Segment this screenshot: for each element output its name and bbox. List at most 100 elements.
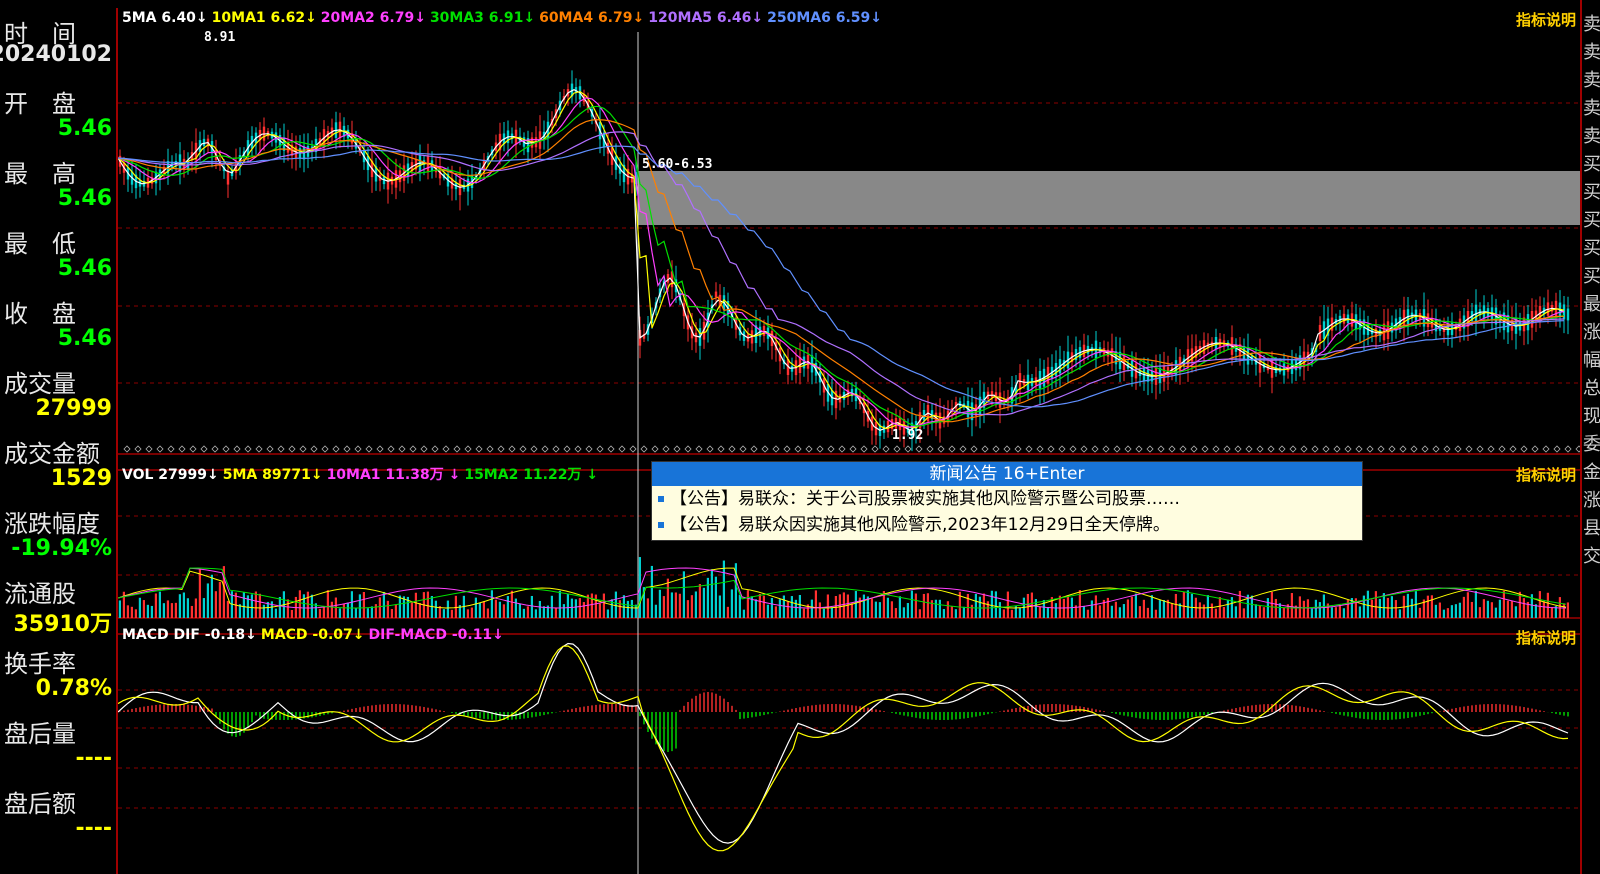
event-marker bbox=[629, 445, 637, 453]
info-row: 流通股 35910万 bbox=[0, 568, 116, 638]
vol-index-link[interactable]: 指标说明 bbox=[1516, 464, 1576, 485]
volume-bar bbox=[354, 608, 357, 618]
event-marker bbox=[959, 445, 967, 453]
volume-bar bbox=[1026, 593, 1029, 618]
volume-bar bbox=[446, 600, 449, 618]
volume-bar bbox=[898, 596, 901, 618]
event-marker bbox=[794, 445, 802, 453]
event-marker bbox=[354, 445, 362, 453]
volume-bar bbox=[634, 604, 637, 618]
volume-bar bbox=[906, 603, 909, 618]
volume-bar bbox=[254, 591, 257, 618]
event-marker bbox=[717, 445, 725, 453]
event-marker bbox=[178, 445, 186, 453]
volume-bar bbox=[730, 589, 733, 618]
volume-bar bbox=[1274, 598, 1277, 618]
info-value: 5.46 bbox=[57, 186, 112, 211]
volume-bar bbox=[550, 595, 553, 618]
volume-bar bbox=[146, 604, 149, 618]
volume-bar bbox=[686, 600, 689, 618]
quote-strip-char: 涨 bbox=[1583, 322, 1600, 343]
news-item[interactable]: 【公告】易联众因实施其他风险警示,2023年12月29日全天停牌。 bbox=[652, 512, 1362, 538]
event-marker bbox=[134, 445, 142, 453]
volume-bar bbox=[822, 608, 825, 618]
info-value: 1529 bbox=[50, 466, 112, 491]
quote-strip-char: 委 bbox=[1583, 434, 1600, 455]
volume-bar bbox=[258, 593, 261, 618]
volume-bar bbox=[466, 609, 469, 618]
news-item[interactable]: 【公告】易联众：关于公司股票被实施其他风险警示暨公司股票…… bbox=[652, 486, 1362, 512]
volume-bar bbox=[494, 599, 497, 618]
right-quote-strip: 卖卖卖卖卖买买买买买最涨幅总现委金涨县交 bbox=[1580, 0, 1600, 874]
volume-bar bbox=[1066, 595, 1069, 618]
news-popup[interactable]: 新闻公告 16+Enter 【公告】易联众：关于公司股票被实施其他风险警示暨公司… bbox=[651, 461, 1363, 541]
volume-bar bbox=[854, 591, 857, 618]
event-marker bbox=[860, 445, 868, 453]
kline-chart-area[interactable]: 5MA 6.40↓ 10MA1 6.62↓ 20MA2 6.79↓ 30MA3 6.9… bbox=[118, 8, 1580, 874]
event-marker bbox=[849, 445, 857, 453]
event-marker bbox=[904, 445, 912, 453]
volume-bar bbox=[526, 606, 529, 618]
volume-bar bbox=[162, 603, 165, 618]
volume-bar bbox=[998, 602, 1001, 618]
event-marker bbox=[1091, 445, 1099, 453]
volume-bar bbox=[126, 605, 129, 618]
news-popup-title[interactable]: 新闻公告 16+Enter bbox=[652, 462, 1362, 486]
volume-bar bbox=[1010, 609, 1013, 618]
volume-bar bbox=[598, 603, 601, 618]
volume-bar bbox=[738, 594, 741, 618]
info-value: ---- bbox=[75, 816, 112, 841]
info-value: 5.46 bbox=[57, 256, 112, 281]
event-marker bbox=[497, 445, 505, 453]
volume-bar bbox=[414, 592, 417, 618]
main-index-link[interactable]: 指标说明 bbox=[1516, 9, 1576, 30]
kline-chart-svg[interactable] bbox=[118, 8, 1580, 874]
event-marker bbox=[563, 445, 571, 453]
info-label: 开 盘 bbox=[4, 90, 76, 118]
volume-bar bbox=[970, 604, 973, 618]
volume-bar bbox=[846, 594, 849, 618]
info-row: 换手率 0.78% bbox=[0, 638, 116, 708]
event-marker bbox=[387, 445, 395, 453]
volume-bar bbox=[1502, 590, 1505, 618]
volume-bar bbox=[966, 593, 969, 618]
volume-bar bbox=[810, 599, 813, 618]
legend-item: 250MA6 6.59↓ bbox=[767, 10, 882, 26]
macd-index-link[interactable]: 指标说明 bbox=[1516, 627, 1576, 648]
volume-bar bbox=[358, 594, 361, 618]
volume-bar bbox=[190, 605, 193, 618]
volume-bar bbox=[482, 601, 485, 618]
info-row: 盘后额 ---- bbox=[0, 778, 116, 848]
volume-bar bbox=[346, 602, 349, 618]
quote-strip-char: 县 bbox=[1583, 518, 1600, 539]
volume-bar bbox=[1126, 599, 1129, 618]
info-row: 成交量 27999 bbox=[0, 358, 116, 428]
event-marker bbox=[915, 445, 923, 453]
event-marker bbox=[1377, 445, 1385, 453]
volume-bar bbox=[1302, 600, 1305, 618]
volume-bar bbox=[1462, 596, 1465, 618]
volume-bar bbox=[1378, 598, 1381, 618]
volume-bar bbox=[914, 593, 917, 618]
event-marker bbox=[200, 445, 208, 453]
volume-bar bbox=[1538, 591, 1541, 618]
volume-bar bbox=[418, 603, 421, 618]
volume-bar bbox=[1514, 606, 1517, 618]
event-marker bbox=[1256, 445, 1264, 453]
volume-bar bbox=[646, 598, 649, 618]
quote-strip-char: 卖 bbox=[1583, 42, 1600, 63]
volume-bar bbox=[710, 569, 713, 618]
event-marker bbox=[420, 445, 428, 453]
event-marker bbox=[1465, 445, 1473, 453]
quote-strip-char: 买 bbox=[1583, 154, 1600, 175]
volume-bar bbox=[206, 583, 209, 618]
volume-bar bbox=[1222, 607, 1225, 618]
volume-bar bbox=[182, 592, 185, 618]
volume-bar bbox=[782, 595, 785, 618]
event-marker bbox=[530, 445, 538, 453]
volume-bar bbox=[742, 609, 745, 618]
volume-bar bbox=[982, 593, 985, 618]
candle-body bbox=[226, 171, 230, 185]
event-marker bbox=[277, 445, 285, 453]
event-marker bbox=[464, 445, 472, 453]
